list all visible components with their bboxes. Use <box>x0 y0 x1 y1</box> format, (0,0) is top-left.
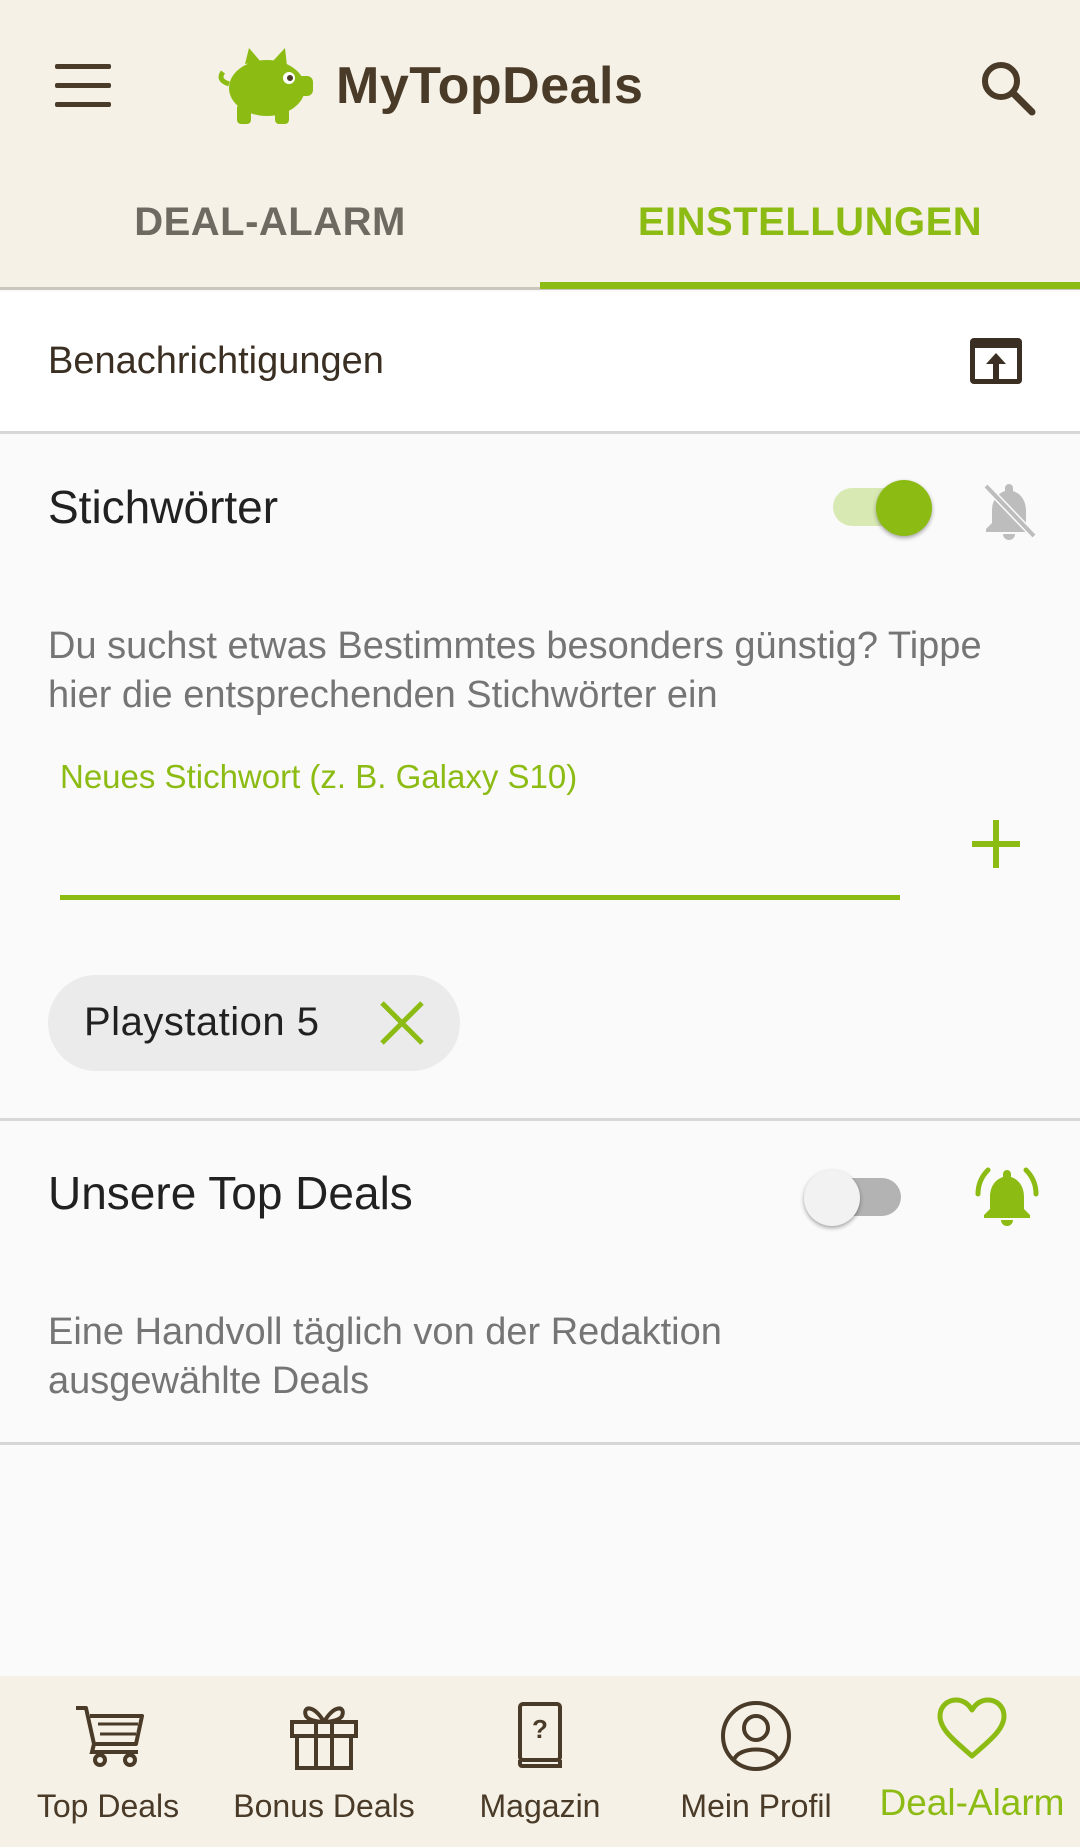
nav-label: Bonus Deals <box>233 1788 415 1824</box>
keywords-section-title: Stichwörter <box>48 481 279 533</box>
keywords-description: Du suchst etwas Bestimmtes besonders gün… <box>48 625 982 716</box>
nav-label: Deal-Alarm <box>879 1782 1065 1823</box>
bottom-navigation: Top Deals Bonus Deals ? Magazin Mein Pro… <box>0 1676 1080 1847</box>
section-divider <box>0 1442 1080 1445</box>
cart-icon <box>76 1706 144 1767</box>
svg-text:?: ? <box>532 1714 548 1744</box>
plus-icon[interactable] <box>968 816 1024 872</box>
tab-deal-alarm[interactable]: DEAL-ALARM <box>0 200 540 260</box>
keyword-chip: Playstation 5 <box>48 975 460 1071</box>
keywords-toggle[interactable] <box>828 472 932 536</box>
section-divider <box>0 1118 1080 1121</box>
book-question-icon: ? <box>518 1702 562 1768</box>
gift-icon <box>290 1706 358 1770</box>
nav-top-deals[interactable]: Top Deals <box>0 1676 216 1847</box>
nav-magazin[interactable]: ? Magazin <box>432 1676 648 1847</box>
top-deals-description: Eine Handvoll täglich von der Redaktion … <box>48 1311 722 1402</box>
piggy-logo-icon <box>218 48 313 124</box>
app-header: MyTopDeals DEAL-ALARM EINSTELLUNGEN <box>0 0 1080 290</box>
keyword-chip-label: Playstation 5 <box>84 1000 320 1044</box>
app-title: MyTopDeals <box>336 57 644 115</box>
heart-icon <box>937 1697 1007 1759</box>
nav-mein-profil[interactable]: Mein Profil <box>648 1676 864 1847</box>
search-icon[interactable] <box>978 58 1036 116</box>
keyword-input-label: Neues Stichwort (z. B. Galaxy S10) <box>60 758 578 795</box>
notifications-label: Benachrichtigungen <box>48 340 384 382</box>
bell-ringing-icon[interactable] <box>974 1162 1040 1226</box>
notifications-row[interactable]: Benachrichtigungen <box>0 292 1080 434</box>
active-tab-indicator <box>540 282 1080 289</box>
nav-label: Top Deals <box>36 1788 180 1824</box>
keyword-input[interactable] <box>60 800 900 900</box>
bell-off-icon[interactable] <box>982 480 1036 540</box>
nav-label: Magazin <box>479 1788 601 1824</box>
nav-deal-alarm[interactable]: Deal-Alarm <box>864 1676 1080 1847</box>
open-in-app-icon[interactable] <box>968 336 1024 386</box>
tab-einstellungen[interactable]: EINSTELLUNGEN <box>540 200 1080 260</box>
close-icon[interactable] <box>376 997 428 1049</box>
nav-bonus-deals[interactable]: Bonus Deals <box>216 1676 432 1847</box>
hamburger-menu-icon[interactable] <box>55 64 111 108</box>
user-circle-icon <box>721 1701 791 1771</box>
top-deals-toggle[interactable] <box>804 1162 906 1226</box>
top-deals-section-title: Unsere Top Deals <box>48 1167 413 1219</box>
nav-label: Mein Profil <box>680 1788 832 1824</box>
